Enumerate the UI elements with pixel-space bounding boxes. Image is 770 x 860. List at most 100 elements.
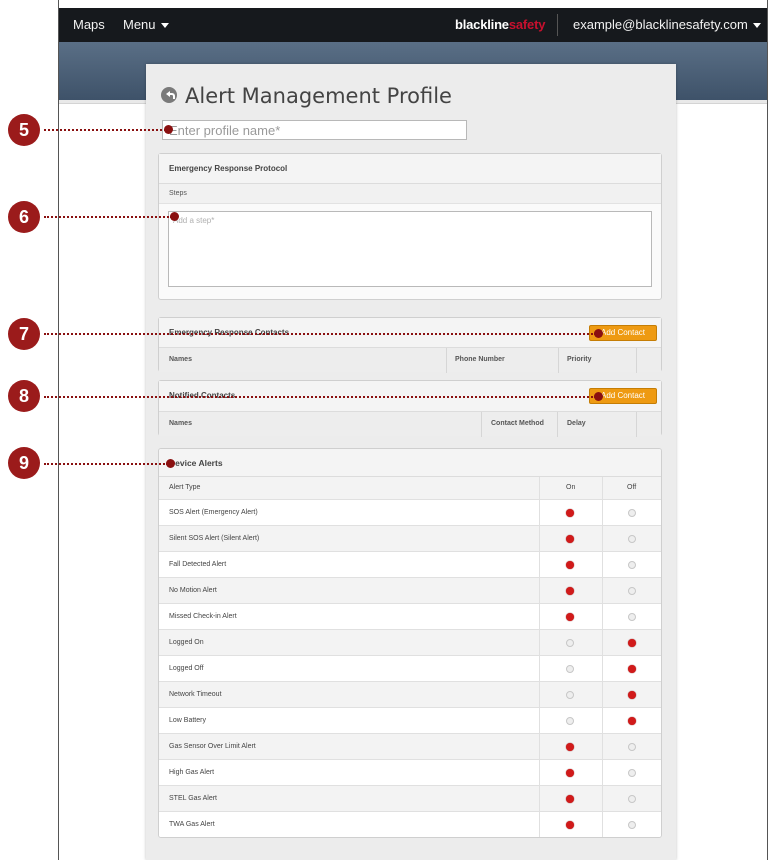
- callout-leader: [44, 463, 168, 465]
- notified-contacts-columns: Names Contact Method Delay: [159, 411, 661, 437]
- alert-off-radio[interactable]: [628, 509, 636, 517]
- chevron-down-icon: [160, 23, 169, 29]
- column-divider: [539, 656, 540, 681]
- alert-off-radio[interactable]: [628, 743, 636, 751]
- column-alert-type: Alert Type: [169, 484, 201, 491]
- alert-on-radio[interactable]: [566, 717, 574, 725]
- callout-badge: 8: [8, 380, 40, 412]
- column-divider: [539, 812, 540, 837]
- callout-pin: [594, 392, 603, 401]
- column-divider: [557, 412, 558, 437]
- column-names: Names: [169, 420, 192, 427]
- device-alerts-card: Device Alerts Alert Type On Off SOS Aler…: [158, 448, 662, 838]
- alert-off-radio[interactable]: [628, 717, 636, 725]
- alert-type-label: No Motion Alert: [169, 587, 217, 594]
- column-divider: [539, 477, 540, 499]
- alert-on-radio[interactable]: [566, 821, 574, 829]
- alert-on-radio[interactable]: [566, 769, 574, 777]
- column-divider: [481, 412, 482, 437]
- column-divider: [539, 604, 540, 629]
- account-email: example@blacklinesafety.com: [573, 17, 748, 32]
- alert-type-label: High Gas Alert: [169, 769, 215, 776]
- alert-type-label: Logged On: [169, 639, 204, 646]
- account-dropdown[interactable]: example@blacklinesafety.com: [573, 17, 761, 32]
- emergency-protocol-card: Emergency Response Protocol Steps: [158, 153, 662, 300]
- table-row: TWA Gas Alert: [159, 811, 661, 837]
- alert-type-label: Gas Sensor Over Limit Alert: [169, 743, 256, 750]
- callout-leader: [44, 216, 172, 218]
- nav-menu-dropdown[interactable]: Menu: [123, 17, 169, 32]
- alert-off-radio[interactable]: [628, 561, 636, 569]
- column-divider: [602, 734, 603, 759]
- back-arrow-icon[interactable]: [161, 87, 177, 103]
- column-divider: [539, 552, 540, 577]
- profile-name-input[interactable]: [162, 120, 467, 140]
- brand-logo: blacklinesafety: [455, 17, 545, 32]
- table-row: Missed Check-in Alert: [159, 603, 661, 629]
- alert-off-radio[interactable]: [628, 639, 636, 647]
- alert-profile-panel: Alert Management Profile Emergency Respo…: [146, 64, 676, 860]
- alert-on-radio[interactable]: [566, 509, 574, 517]
- alert-type-label: SOS Alert (Emergency Alert): [169, 509, 258, 516]
- column-phone-number: Phone Number: [455, 356, 505, 363]
- callout-pin: [594, 329, 603, 338]
- callout-leader: [44, 129, 166, 131]
- alert-on-radio[interactable]: [566, 795, 574, 803]
- table-row: Gas Sensor Over Limit Alert: [159, 733, 661, 759]
- table-row: Logged On: [159, 629, 661, 655]
- table-row: Low Battery: [159, 707, 661, 733]
- table-row: Silent SOS Alert (Silent Alert): [159, 525, 661, 551]
- alert-on-radio[interactable]: [566, 535, 574, 543]
- nav-divider: [557, 14, 558, 36]
- nav-maps-link[interactable]: Maps: [73, 17, 105, 32]
- column-divider: [602, 656, 603, 681]
- alert-off-radio[interactable]: [628, 691, 636, 699]
- alert-off-radio[interactable]: [628, 665, 636, 673]
- table-row: Network Timeout: [159, 681, 661, 707]
- column-divider: [539, 760, 540, 785]
- column-divider: [602, 477, 603, 499]
- alert-on-radio[interactable]: [566, 743, 574, 751]
- alert-off-radio[interactable]: [628, 613, 636, 621]
- table-row: Fall Detected Alert: [159, 551, 661, 577]
- column-names: Names: [169, 356, 192, 363]
- alert-off-radio[interactable]: [628, 769, 636, 777]
- alert-type-label: Network Timeout: [169, 691, 222, 698]
- column-divider: [539, 578, 540, 603]
- page-title: Alert Management Profile: [161, 84, 452, 108]
- column-divider: [602, 526, 603, 551]
- alert-on-radio[interactable]: [566, 613, 574, 621]
- callout-pin: [164, 125, 173, 134]
- table-row: High Gas Alert: [159, 759, 661, 785]
- alert-on-radio[interactable]: [566, 639, 574, 647]
- alert-on-radio[interactable]: [566, 665, 574, 673]
- alert-on-radio[interactable]: [566, 587, 574, 595]
- add-step-textarea[interactable]: [168, 211, 652, 287]
- screenshot-stage: Maps Menu blacklinesafety example@blackl…: [0, 0, 770, 860]
- emergency-contacts-card: Emergency Response Contacts Add Contact …: [158, 317, 662, 373]
- alert-on-radio[interactable]: [566, 691, 574, 699]
- column-divider: [539, 734, 540, 759]
- column-divider: [539, 500, 540, 525]
- callout-badge: 6: [8, 201, 40, 233]
- alert-off-radio[interactable]: [628, 795, 636, 803]
- column-divider: [539, 786, 540, 811]
- column-divider: [602, 500, 603, 525]
- alert-off-radio[interactable]: [628, 587, 636, 595]
- chevron-down-icon: [752, 23, 761, 29]
- top-navbar: Maps Menu blacklinesafety example@blackl…: [59, 8, 767, 42]
- steps-label: Steps: [159, 184, 661, 204]
- callout-badge: 9: [8, 447, 40, 479]
- alert-type-label: STEL Gas Alert: [169, 795, 217, 802]
- alert-off-radio[interactable]: [628, 821, 636, 829]
- alert-off-radio[interactable]: [628, 535, 636, 543]
- alert-on-radio[interactable]: [566, 561, 574, 569]
- table-row: Logged Off: [159, 655, 661, 681]
- column-contact-method: Contact Method: [491, 420, 544, 427]
- column-divider: [602, 708, 603, 733]
- emergency-contacts-columns: Names Phone Number Priority: [159, 347, 661, 373]
- column-divider: [539, 708, 540, 733]
- nav-menu-label: Menu: [123, 17, 156, 32]
- callout-badge: 5: [8, 114, 40, 146]
- table-row: SOS Alert (Emergency Alert): [159, 499, 661, 525]
